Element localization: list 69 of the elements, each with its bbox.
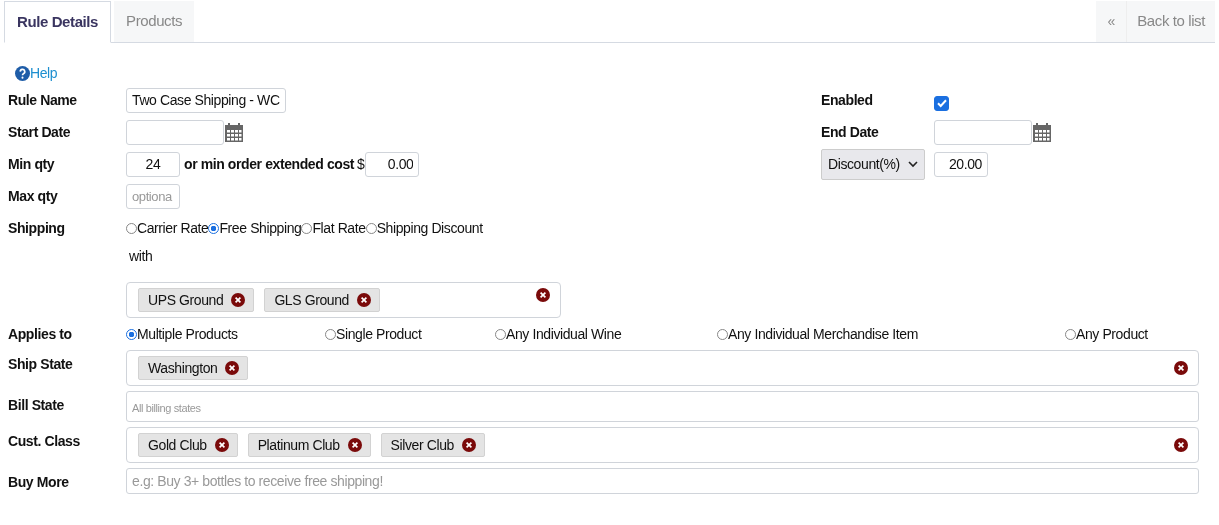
tag-label: Silver Club — [390, 437, 454, 453]
max-qty-field[interactable]: optiona — [126, 183, 180, 209]
clear-icon[interactable] — [1174, 438, 1188, 452]
radio-label: Free Shipping — [219, 220, 302, 236]
radio-button[interactable] — [495, 328, 506, 340]
radio-label: Any Individual Wine — [506, 326, 622, 342]
radio-button[interactable] — [301, 222, 313, 234]
min-qty-field[interactable]: 24 — [126, 151, 180, 177]
radio-button[interactable] — [208, 222, 220, 234]
field-label: Ship State — [8, 355, 74, 372]
radio-label: Single Product — [336, 326, 422, 342]
field-label: Max qty — [8, 188, 59, 204]
remove-icon[interactable] — [231, 293, 246, 307]
radio-label: Any Individual Merchandise Item — [728, 326, 918, 342]
radio-button[interactable] — [365, 222, 377, 234]
end-date-field[interactable] — [934, 119, 1032, 145]
buy-more-field[interactable]: e.g: Buy 3+ bottles to receive free shipping! — [126, 468, 1199, 494]
field-label: Buy More — [8, 473, 70, 490]
calendar-icon[interactable] — [1033, 122, 1051, 142]
radio-button[interactable] — [1065, 328, 1076, 340]
min-cost-field[interactable]: 0.00 — [365, 151, 420, 177]
remove-icon[interactable] — [214, 438, 229, 452]
bill-state-field[interactable]: All billing states — [126, 391, 1199, 422]
chevron-down-icon — [908, 160, 918, 168]
radio-label: Shipping Discount — [376, 220, 483, 236]
field-label: Cust. Class — [8, 432, 81, 449]
tab[interactable]: Rule Details — [4, 1, 112, 43]
radio-button[interactable] — [325, 328, 336, 340]
clear-icon[interactable] — [536, 288, 550, 302]
field-label: Rule Name — [8, 92, 78, 108]
tag-label: Platinum Club — [257, 437, 340, 453]
ship-state-select-field[interactable]: Washington — [126, 350, 1199, 386]
clear-icon[interactable] — [1174, 361, 1188, 375]
radio-label: Any Product — [1076, 326, 1148, 342]
tag-label: GLS Ground — [274, 292, 349, 308]
cost-label: or min order extended cost — [184, 156, 355, 172]
currency-sign: $ — [357, 156, 365, 172]
field-label: Enabled — [821, 92, 874, 108]
field-label: Min qty — [8, 156, 56, 172]
field-label: Shipping — [8, 220, 66, 236]
remove-icon[interactable] — [347, 438, 362, 452]
tag-label: Gold Club — [148, 437, 207, 453]
remove-icon[interactable] — [461, 438, 476, 452]
field-label: Bill State — [8, 396, 65, 413]
tag-label: Washington — [148, 360, 218, 376]
back-arrow-button[interactable]: « — [1096, 1, 1128, 42]
rule-name-field[interactable]: Two Case Shipping - WC — [126, 87, 286, 113]
radio-button[interactable] — [126, 222, 137, 234]
enabled-checkbox[interactable] — [934, 95, 949, 111]
carrier-select-field[interactable]: UPS Ground GLS Ground — [126, 282, 561, 318]
help-icon[interactable] — [15, 65, 30, 81]
radio-button[interactable] — [717, 328, 728, 340]
tag-label: UPS Ground — [148, 292, 224, 308]
remove-icon[interactable] — [225, 361, 240, 375]
radio-button[interactable] — [126, 328, 137, 340]
discount-field[interactable]: 20.00 — [934, 151, 988, 177]
remove-icon[interactable] — [357, 293, 371, 307]
calendar-icon[interactable] — [225, 122, 243, 142]
discount-type-dropdown[interactable]: Discount(%) — [821, 148, 925, 180]
help-link[interactable]: Help — [30, 65, 58, 81]
with-label: with — [128, 247, 154, 266]
radio-label: Flat Rate — [312, 220, 366, 236]
field-label: Start Date — [8, 124, 72, 140]
customer-class-select-field[interactable]: Gold Club Platinum Club Silver Club — [126, 427, 1199, 463]
radio-label: Multiple Products — [137, 326, 238, 342]
field-label: End Date — [821, 124, 880, 140]
start-date-field[interactable] — [126, 119, 224, 145]
radio-label: Carrier Rate — [137, 220, 209, 236]
field-label: Applies to — [8, 326, 73, 342]
